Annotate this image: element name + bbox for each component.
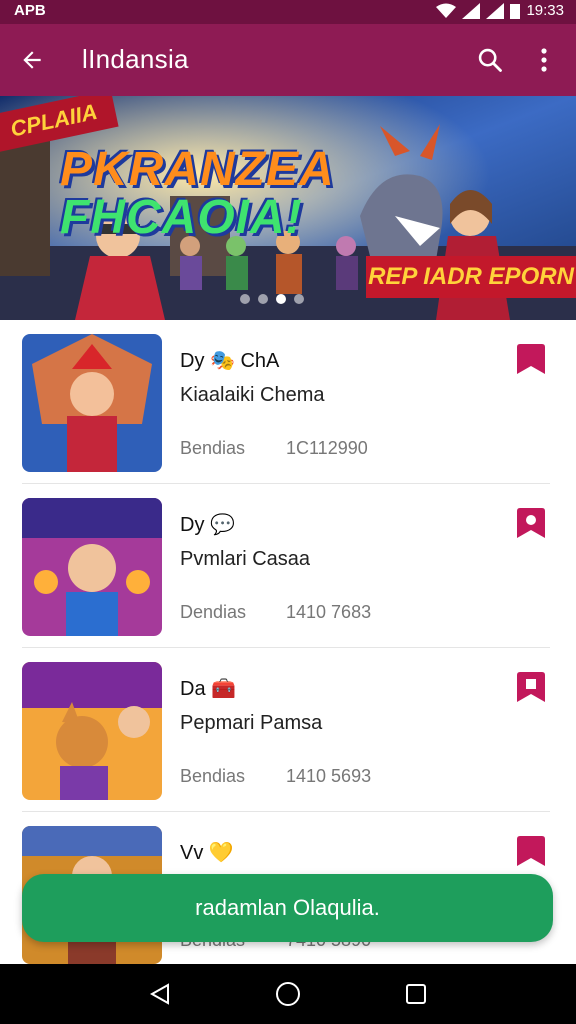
more-vert-icon (541, 48, 547, 72)
bookmark-icon[interactable] (514, 670, 548, 704)
carousel-dot-active[interactable] (276, 294, 286, 304)
carousel-dot[interactable] (240, 294, 250, 304)
list-item[interactable]: Da 🧰 Pepmari Pamsa Bendias 1410 5693 (0, 648, 576, 812)
game-list[interactable]: Dy 🎭 ChA Kiaalaiki Chema Bendias 1C11299… (0, 320, 576, 964)
carrier-label: APB (14, 2, 46, 19)
list-item[interactable]: Dy 💬 Pvmlari Casaa Dendias 1410 7683 (0, 484, 576, 648)
status-bar: APB 19:33 (0, 0, 576, 24)
bookmark-icon[interactable] (514, 506, 548, 540)
promo-banner[interactable]: CPLAIIA PKRANZEA FHCAOIA! REP IADR EPORN (0, 96, 576, 320)
bookmark-icon[interactable] (514, 834, 548, 868)
carousel-dot[interactable] (258, 294, 268, 304)
wifi-icon (436, 3, 457, 18)
item-meta-value: 1C112990 (286, 438, 368, 458)
item-subtitle: Pepmari Pamsa (180, 712, 323, 734)
item-meta-label: Dendias (180, 602, 247, 622)
item-meta-label: Bendias (180, 438, 246, 458)
game-thumbnail (22, 498, 162, 636)
item-title: Dy 🎭 ChA (180, 350, 280, 372)
game-thumbnail (22, 662, 162, 800)
circle-home-icon (276, 982, 300, 1006)
item-subtitle: Kiaalaiki Chema (180, 384, 325, 406)
nav-recents-button[interactable] (400, 978, 432, 1010)
battery-icon (510, 3, 521, 19)
carousel-indicator[interactable] (240, 294, 304, 304)
item-title: Vv 💛 (180, 842, 234, 864)
more-options-button[interactable] (526, 42, 562, 78)
signal-icon (462, 2, 481, 19)
list-item[interactable]: Dy 🎭 ChA Kiaalaiki Chema Bendias 1C11299… (0, 320, 576, 484)
banner-ribbon: REP IADR EPORN (366, 256, 576, 298)
back-button[interactable] (14, 42, 50, 78)
snackbar[interactable]: radamlan Olaqulia. (22, 874, 553, 942)
nav-home-button[interactable] (272, 978, 304, 1010)
search-button[interactable] (472, 42, 508, 78)
item-meta-value: 1410 7683 (286, 602, 372, 622)
item-title: Dy 💬 (180, 514, 235, 536)
clock: 19:33 (526, 2, 564, 19)
page-title: lIndansia (82, 44, 189, 74)
item-title: Da 🧰 (180, 678, 237, 700)
triangle-back-icon (149, 983, 169, 1005)
square-recents-icon (406, 984, 426, 1004)
banner-headline: PKRANZEA FHCAOIA! (60, 146, 335, 242)
arrow-left-icon (23, 51, 41, 69)
item-subtitle: Pvmlari Casaa (180, 548, 311, 570)
banner-headline-line1: PKRANZEA (60, 143, 335, 196)
app-bar: lIndansia (0, 24, 576, 96)
search-icon (478, 48, 502, 72)
item-meta-label: Bendias (180, 766, 246, 786)
system-nav-bar (0, 964, 576, 1024)
bookmark-icon[interactable] (514, 342, 548, 376)
game-thumbnail (22, 334, 162, 472)
item-meta-value: 1410 5693 (286, 766, 372, 786)
banner-headline-line2: FHCAOIA! (60, 191, 303, 244)
nav-back-button[interactable] (144, 978, 176, 1010)
signal-icon-2 (486, 2, 505, 19)
carousel-dot[interactable] (294, 294, 304, 304)
